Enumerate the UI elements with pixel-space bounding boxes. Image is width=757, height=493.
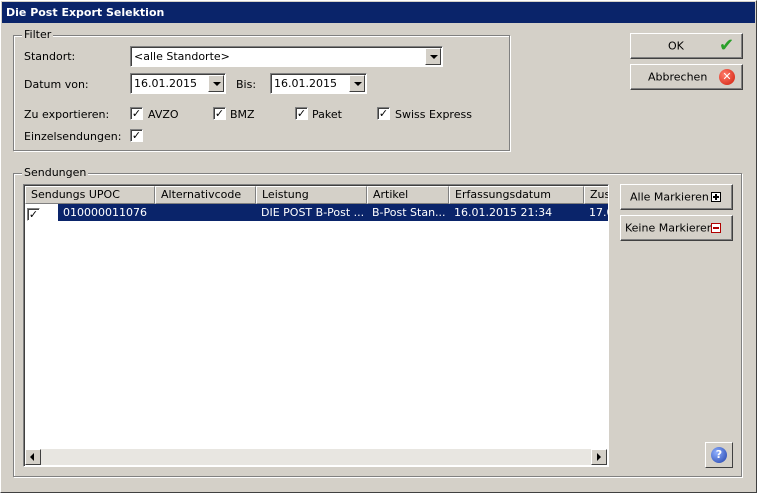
select-all-label: Alle Markieren (630, 190, 709, 204)
bis-label: Bis: (236, 78, 257, 91)
bmz-label: BMZ (230, 108, 255, 121)
cancel-icon: ✕ (719, 69, 735, 85)
row-checkbox-cell[interactable]: ✓ (25, 204, 58, 221)
bis-value: 16.01.2015 (274, 77, 337, 90)
cell-zust: 17.0 (584, 204, 608, 221)
column-header-alternativcode[interactable]: Alternativcode (155, 186, 256, 204)
table-row[interactable]: ✓ 010000011076 DIE POST B-Post ... B-Pos… (25, 204, 608, 221)
datum-von-value: 16.01.2015 (134, 77, 197, 90)
filter-legend: Filter (22, 28, 54, 41)
sendungen-legend: Sendungen (22, 166, 89, 179)
einzelsendungen-label: Einzelsendungen: (24, 130, 122, 143)
cell-artikel: B-Post Stan... (367, 204, 449, 221)
help-button[interactable]: ? (705, 442, 733, 468)
grid-header: Sendungs UPOC Alternativcode Leistung Ar… (25, 186, 608, 204)
select-all-button[interactable]: Alle Markieren (620, 184, 733, 210)
column-header-upoc[interactable]: Sendungs UPOC (25, 186, 155, 204)
paket-label: Paket (312, 108, 342, 121)
ok-button[interactable]: OK ✔ (630, 33, 743, 59)
column-header-artikel[interactable]: Artikel (367, 186, 449, 204)
datum-von-combo[interactable]: 16.01.2015 (130, 73, 226, 94)
scroll-left-icon[interactable] (25, 449, 41, 465)
swiss-express-checkbox[interactable]: ✓ (377, 107, 390, 120)
cell-alternativcode (155, 204, 256, 221)
column-header-zust[interactable]: Zust (584, 186, 608, 204)
einzelsendungen-checkbox[interactable]: ✓ (130, 129, 143, 142)
datum-von-label: Datum von: (24, 78, 89, 91)
plus-box-icon (711, 192, 721, 202)
cell-leistung: DIE POST B-Post ... (256, 204, 367, 221)
select-none-button[interactable]: Keine Markieren (620, 215, 733, 241)
help-icon: ? (711, 447, 727, 463)
zu-exportieren-label: Zu exportieren: (24, 108, 110, 121)
checkmark-icon: ✔ (719, 35, 735, 56)
minus-box-icon (711, 223, 721, 233)
column-header-erfassungsdatum[interactable]: Erfassungsdatum (449, 186, 584, 204)
standort-value: <alle Standorte> (134, 50, 230, 63)
standort-combo[interactable]: <alle Standorte> (130, 46, 443, 67)
paket-checkbox[interactable]: ✓ (295, 107, 308, 120)
swiss-express-label: Swiss Express (395, 108, 472, 121)
scroll-right-icon[interactable] (591, 449, 607, 465)
chevron-down-icon[interactable] (425, 48, 441, 65)
column-header-leistung[interactable]: Leistung (256, 186, 367, 204)
cell-erfassungsdatum: 16.01.2015 21:34 (449, 204, 584, 221)
chevron-down-icon[interactable] (349, 75, 365, 92)
horizontal-scrollbar[interactable] (25, 449, 607, 465)
row-checkbox[interactable]: ✓ (27, 208, 40, 221)
window-title: Die Post Export Selektion (2, 2, 755, 23)
standort-label: Standort: (24, 50, 76, 63)
chevron-down-icon[interactable] (208, 75, 224, 92)
cell-upoc: 010000011076 (58, 204, 155, 221)
cancel-button-label: Abbrechen (648, 70, 708, 84)
select-none-label: Keine Markieren (625, 221, 714, 235)
bmz-checkbox[interactable]: ✓ (213, 107, 226, 120)
cancel-button[interactable]: Abbrechen ✕ (630, 64, 743, 90)
sendungen-grid[interactable]: Sendungs UPOC Alternativcode Leistung Ar… (23, 184, 609, 467)
avzo-checkbox[interactable]: ✓ (130, 107, 143, 120)
ok-button-label: OK (668, 39, 684, 53)
bis-combo[interactable]: 16.01.2015 (270, 73, 367, 94)
avzo-label: AVZO (148, 108, 179, 121)
